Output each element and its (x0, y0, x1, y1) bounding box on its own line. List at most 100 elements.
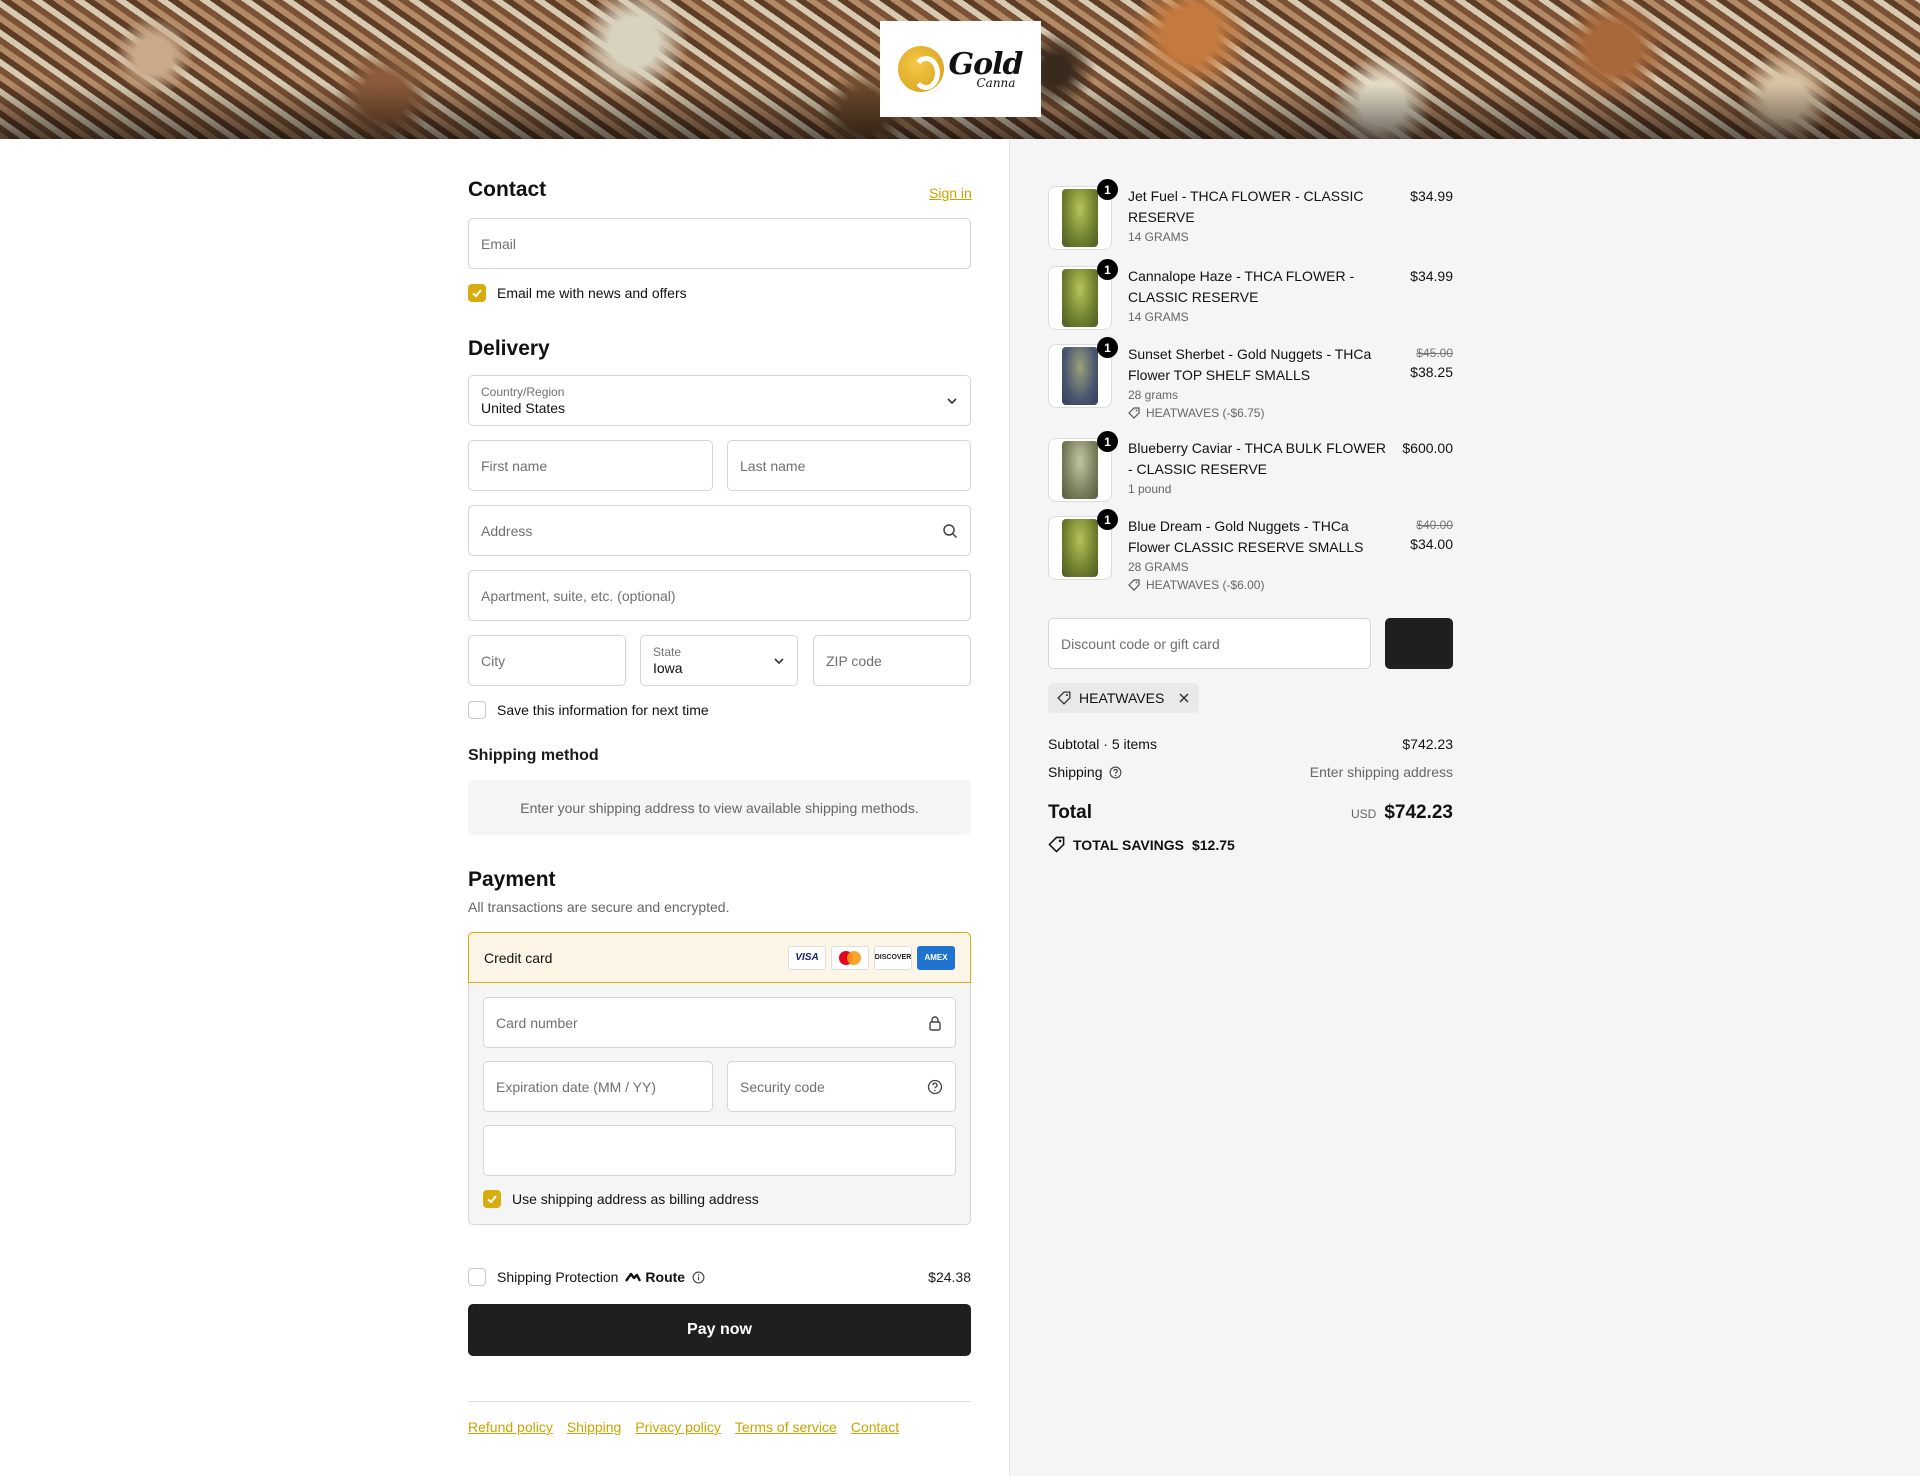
savings-label: TOTAL SAVINGS (1073, 836, 1184, 853)
product-variant: 14 GRAMS (1128, 230, 1189, 244)
chevron-down-icon (947, 397, 957, 404)
product-title: Blue Dream - Gold Nuggets - THCa Flower … (1128, 518, 1364, 555)
payment-heading: Payment (468, 868, 556, 891)
terms-link[interactable]: Terms of service (735, 1419, 837, 1435)
discount-tag: HEATWAVES (-$6.00) (1128, 576, 1393, 594)
save-info-label: Save this information for next time (497, 702, 709, 718)
sign-in-link[interactable]: Sign in (929, 185, 972, 201)
quantity-badge: 1 (1097, 259, 1118, 280)
card-brands: VISA DISCOVER AMEX (788, 945, 955, 970)
original-price: $40.00 (1416, 518, 1453, 532)
cart-item: 1 Cannalope Haze - THCA FLOWER - CLASSIC… (1048, 259, 1453, 330)
first-name-input[interactable]: First name (468, 440, 713, 491)
save-info-row[interactable]: Save this information for next time (468, 701, 709, 719)
last-name-placeholder: Last name (740, 457, 806, 474)
help-icon[interactable] (927, 1079, 943, 1095)
subtotal-label: Subtotal · 5 items (1048, 736, 1157, 752)
product-price: $34.00 (1410, 536, 1453, 552)
refund-policy-link[interactable]: Refund policy (468, 1419, 553, 1435)
contact-heading: Contact (468, 178, 547, 201)
route-brand: Route (625, 1269, 685, 1285)
cart-item: 1 Blue Dream - Gold Nuggets - THCa Flowe… (1048, 509, 1453, 596)
expiry-input[interactable]: Expiration date (MM / YY) (483, 1061, 713, 1112)
shipping-value: Enter shipping address (1309, 764, 1453, 780)
chevron-down-icon (774, 657, 784, 664)
security-code-input[interactable]: Security code (727, 1061, 956, 1112)
billing-same-label: Use shipping address as billing address (512, 1191, 759, 1207)
info-icon[interactable] (692, 1271, 705, 1284)
discount-tag: HEATWAVES (-$6.75) (1128, 404, 1393, 422)
save-info-checkbox[interactable] (468, 701, 486, 719)
discover-icon: DISCOVER (874, 945, 912, 970)
route-icon (625, 1272, 642, 1282)
news-label: Email me with news and offers (497, 285, 687, 301)
tag-icon (1128, 407, 1140, 419)
product-variant: 28 GRAMS (1128, 560, 1189, 574)
tag-icon (1048, 836, 1065, 853)
name-on-card-input[interactable] (483, 1125, 956, 1176)
savings-value: $12.75 (1191, 836, 1235, 853)
quantity-badge: 1 (1097, 337, 1118, 358)
product-price: $34.99 (1410, 268, 1453, 284)
state-select[interactable]: State Iowa (640, 635, 798, 686)
close-icon[interactable] (1178, 692, 1190, 704)
discount-code-input[interactable]: Discount code or gift card (1048, 618, 1371, 669)
logo-wordmark: Gold Canna (948, 46, 1023, 90)
security-code-placeholder: Security code (740, 1078, 825, 1095)
search-icon[interactable] (942, 523, 958, 539)
lock-icon (929, 1015, 941, 1031)
shipping-protection-label: Shipping Protection (497, 1269, 619, 1285)
applied-discount-chip: HEATWAVES (1048, 683, 1200, 713)
quantity-badge: 1 (1097, 179, 1118, 200)
news-checkbox[interactable] (468, 284, 486, 302)
amex-icon: AMEX (917, 945, 955, 970)
product-price: $34.99 (1410, 188, 1453, 204)
original-price: $45.00 (1416, 346, 1453, 360)
currency-code: USD (1350, 807, 1377, 821)
shipping-row: Shipping Enter shipping address (1048, 764, 1453, 780)
payment-subtitle: All transactions are secure and encrypte… (468, 899, 730, 915)
card-number-input[interactable]: Card number (483, 997, 956, 1048)
address-placeholder: Address (481, 522, 533, 539)
product-price: $600.00 (1402, 440, 1453, 456)
visa-icon: VISA (788, 945, 826, 970)
address-input[interactable]: Address (468, 505, 971, 556)
billing-same-row[interactable]: Use shipping address as billing address (483, 1190, 759, 1208)
last-name-input[interactable]: Last name (727, 440, 971, 491)
shipping-protection-row[interactable]: Shipping Protection Route (468, 1268, 705, 1286)
tag-icon (1057, 691, 1071, 705)
country-select[interactable]: Country/Region United States (468, 375, 971, 426)
check-icon (487, 1195, 497, 1204)
quantity-badge: 1 (1097, 431, 1118, 452)
country-label: Country/Region (481, 385, 565, 399)
zip-placeholder: ZIP code (826, 652, 882, 669)
store-logo[interactable]: Gold Canna (880, 21, 1041, 117)
card-number-placeholder: Card number (496, 1014, 578, 1031)
shipping-protection-checkbox[interactable] (468, 1268, 486, 1286)
footer-links: Refund policy Shipping Privacy policy Te… (468, 1419, 899, 1435)
total-savings: TOTAL SAVINGS $12.75 (1048, 836, 1235, 853)
apartment-input[interactable]: Apartment, suite, etc. (optional) (468, 570, 971, 621)
email-input[interactable]: Email (468, 218, 971, 269)
credit-card-option[interactable]: Credit card VISA DISCOVER AMEX (468, 932, 971, 983)
applied-code-label: HEATWAVES (1079, 690, 1165, 706)
contact-link[interactable]: Contact (851, 1419, 899, 1435)
pay-now-button[interactable]: Pay now (468, 1304, 971, 1356)
help-icon[interactable] (1109, 766, 1122, 779)
privacy-policy-link[interactable]: Privacy policy (635, 1419, 721, 1435)
product-title: Jet Fuel - THCA FLOWER - CLASSIC RESERVE (1128, 188, 1364, 225)
first-name-placeholder: First name (481, 457, 548, 474)
subtotal-row: Subtotal · 5 items $742.23 (1048, 736, 1453, 752)
state-value: Iowa (653, 660, 683, 676)
apply-discount-button[interactable] (1385, 618, 1453, 669)
billing-same-checkbox[interactable] (483, 1190, 501, 1208)
shipping-link[interactable]: Shipping (567, 1419, 622, 1435)
delivery-heading: Delivery (468, 337, 550, 360)
country-value: United States (481, 400, 566, 416)
city-input[interactable]: City (468, 635, 626, 686)
product-variant: 14 GRAMS (1128, 310, 1189, 324)
cart-item: 1 Sunset Sherbet - Gold Nuggets - THCa F… (1048, 337, 1453, 424)
product-title: Cannalope Haze - THCA FLOWER - CLASSIC R… (1128, 268, 1355, 305)
news-checkbox-row[interactable]: Email me with news and offers (468, 284, 687, 302)
zip-input[interactable]: ZIP code (813, 635, 971, 686)
